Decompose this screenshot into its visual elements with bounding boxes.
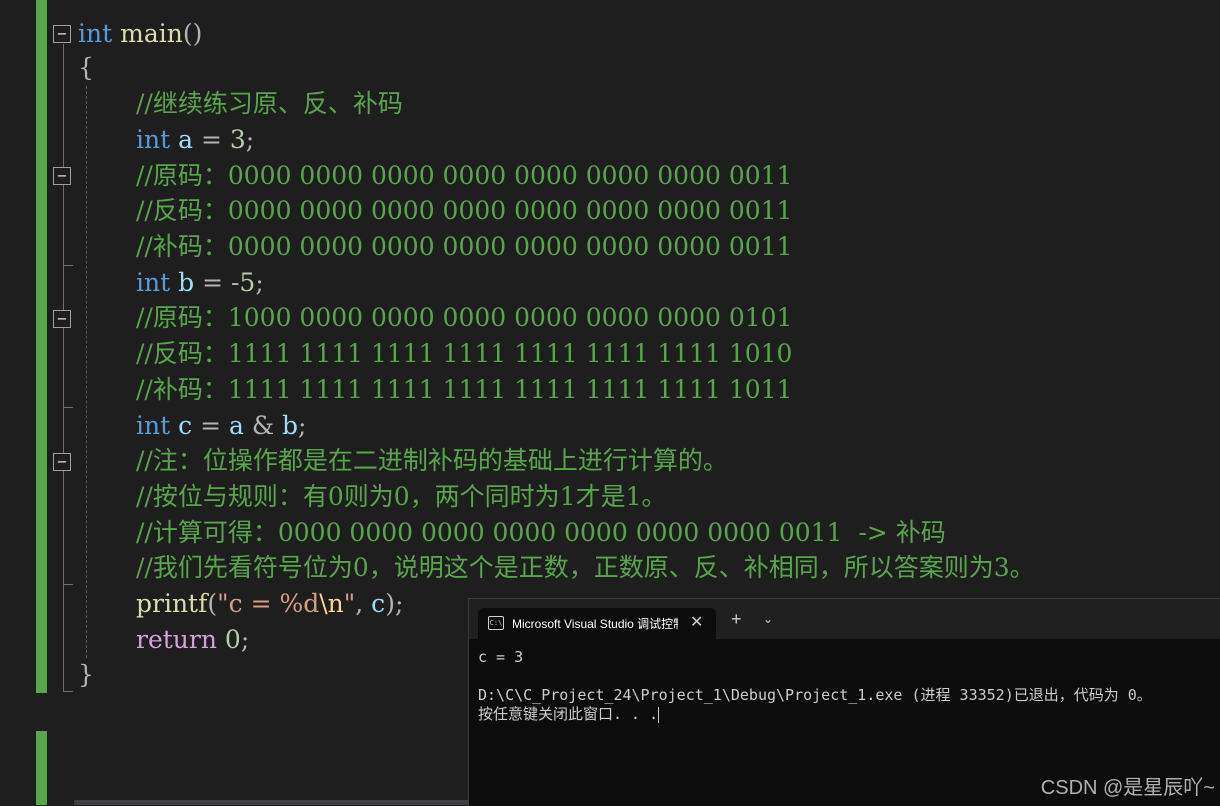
punctuation: ; <box>240 625 250 654</box>
watermark: CSDN @是星辰吖~ <box>1040 777 1215 799</box>
comment-line[interactable]: //原码：0000 0000 0000 0000 0000 0000 0000 … <box>136 158 792 194</box>
punctuation: ; <box>245 125 255 154</box>
operator: = <box>192 411 229 440</box>
punctuation: ( <box>207 589 218 618</box>
keyword: int <box>136 125 171 154</box>
console-prompt: 按任意键关闭此窗口. . . <box>478 705 659 723</box>
console-output: D:\C\C_Project_24\Project_1\Debug\Projec… <box>478 686 1152 704</box>
number: 5 <box>239 268 256 297</box>
indent-guide <box>86 86 87 658</box>
console-tab-title: Microsoft Visual Studio 调试控制台 <box>512 617 678 631</box>
keyword: return <box>136 625 217 654</box>
string: " <box>343 589 356 618</box>
variable: c <box>178 411 193 440</box>
string: "c = %d <box>217 589 320 618</box>
code-line[interactable]: return 0; <box>136 622 249 658</box>
keyword: int <box>136 268 171 297</box>
comment-line[interactable]: //按位与规则：有0则为0，两个同时为1才是1。 <box>136 479 666 515</box>
operator: = - <box>194 268 240 297</box>
collapse-main-icon[interactable]: − <box>53 25 71 43</box>
debug-console-window: C:\ Microsoft Visual Studio 调试控制台 ✕ + ⌄ … <box>468 598 1220 806</box>
brace: } <box>78 660 94 689</box>
terminal-icon: C:\ <box>488 616 504 630</box>
console-titlebar: C:\ Microsoft Visual Studio 调试控制台 ✕ + ⌄ <box>469 599 1220 639</box>
code-line[interactable]: { <box>78 50 94 86</box>
change-bar-bottom <box>36 731 47 805</box>
comment-line[interactable]: //反码：0000 0000 0000 0000 0000 0000 0000 … <box>136 193 792 229</box>
keyword: int <box>136 411 171 440</box>
outline-end <box>63 407 73 408</box>
code-line[interactable]: int main() <box>78 16 202 52</box>
operator: & <box>243 411 283 440</box>
outline-end <box>63 265 73 266</box>
new-tab-button[interactable]: + <box>731 610 742 628</box>
number: 3 <box>229 125 246 154</box>
code-line[interactable]: int c = a & b; <box>136 408 306 444</box>
comment-line[interactable]: //补码：1111 1111 1111 1111 1111 1111 1111 … <box>136 372 792 408</box>
variable: b <box>282 411 299 440</box>
brace: { <box>78 53 94 82</box>
collapse-comment-icon[interactable]: − <box>53 453 71 471</box>
comment-line[interactable]: //计算可得：0000 0000 0000 0000 0000 0000 000… <box>136 515 946 551</box>
collapse-comment-icon[interactable]: − <box>53 167 71 185</box>
comment-line[interactable]: //继续练习原、反、补码 <box>136 86 403 122</box>
code-line[interactable]: printf("c = %d\n", c); <box>136 586 403 622</box>
console-output: c = 3 <box>478 648 524 666</box>
punctuation: ); <box>385 589 404 618</box>
keyword: int <box>78 19 113 48</box>
collapse-comment-icon[interactable]: − <box>53 310 71 328</box>
escape-sequence: \n <box>319 589 344 618</box>
change-bar-top <box>36 0 47 693</box>
punctuation: , <box>355 589 372 618</box>
chevron-down-icon[interactable]: ⌄ <box>763 612 773 626</box>
operator: = <box>193 125 230 154</box>
variable: c <box>371 589 386 618</box>
function-name: main <box>120 19 183 48</box>
comment-line[interactable]: //我们先看符号位为0，说明这个是正数，正数原、反、补相同，所以答案则为3。 <box>136 550 1035 586</box>
horizontal-scrollbar[interactable] <box>74 800 474 805</box>
code-line[interactable]: } <box>78 657 94 693</box>
comment-line[interactable]: //原码：1000 0000 0000 0000 0000 0000 0000 … <box>136 300 792 336</box>
function-name: printf <box>136 589 208 618</box>
punctuation: ; <box>255 268 264 297</box>
outline-end <box>63 691 73 692</box>
punctuation: () <box>182 19 203 48</box>
variable: a <box>228 411 244 440</box>
punctuation: ; <box>298 411 307 440</box>
variable: a <box>178 125 194 154</box>
comment-line[interactable]: //反码：1111 1111 1111 1111 1111 1111 1111 … <box>136 336 792 372</box>
outline-end <box>63 584 73 585</box>
code-line[interactable]: int a = 3; <box>136 122 254 158</box>
outline-line <box>63 44 64 692</box>
code-line[interactable]: int b = -5; <box>136 265 264 301</box>
number: 0 <box>216 625 241 654</box>
close-icon[interactable]: ✕ <box>690 612 703 632</box>
comment-line[interactable]: //补码：0000 0000 0000 0000 0000 0000 0000 … <box>136 229 792 265</box>
console-output: 按任意键关闭此窗口. . . <box>478 705 660 724</box>
comment-line[interactable]: //注：位操作都是在二进制补码的基础上进行计算的。 <box>136 443 728 479</box>
text-cursor <box>658 706 660 723</box>
console-tab[interactable]: C:\ Microsoft Visual Studio 调试控制台 ✕ <box>478 608 716 639</box>
variable: b <box>178 268 195 297</box>
